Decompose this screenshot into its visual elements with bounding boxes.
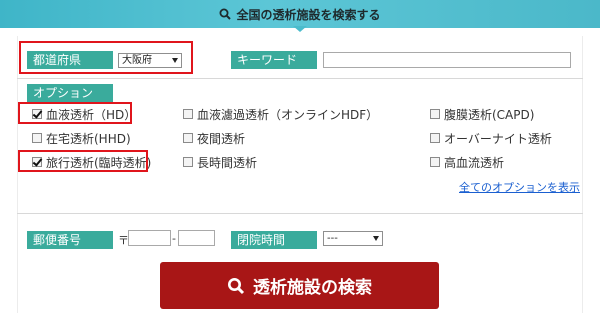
closing-time-label: 閉院時間	[231, 231, 317, 249]
divider-1	[17, 78, 583, 79]
postal-label: 郵便番号	[27, 231, 113, 249]
checkbox[interactable]	[183, 133, 193, 143]
option-label: 血液濾過透析（オンラインHDF）	[197, 107, 379, 122]
option-overnight[interactable]: オーバーナイト透析	[430, 130, 552, 146]
option-label: 在宅透析(HHD)	[46, 131, 131, 146]
header-title: 全国の透析施設を検索する	[236, 7, 381, 22]
checkbox[interactable]	[430, 109, 440, 119]
option-label: オーバーナイト透析	[444, 131, 552, 146]
checkbox[interactable]	[32, 133, 42, 143]
search-button-label: 透析施設の検索	[253, 278, 372, 298]
show-all-options-link[interactable]: 全てのオプションを表示	[459, 179, 580, 195]
closing-time-selected: ---	[327, 233, 338, 244]
option-label: 腹膜透析(CAPD)	[444, 107, 535, 122]
search-icon	[228, 277, 245, 294]
option-label: 高血流透析	[444, 155, 505, 170]
search-button[interactable]: 透析施設の検索	[160, 262, 439, 309]
closing-time-select[interactable]: ---	[323, 231, 383, 246]
option-long-hours[interactable]: 長時間透析	[183, 154, 257, 170]
postal-separator: -	[172, 232, 176, 245]
option-hhd[interactable]: 在宅透析(HHD)	[32, 130, 131, 146]
option-label: 夜間透析	[197, 131, 246, 146]
option-night[interactable]: 夜間透析	[183, 130, 245, 146]
header-title-row: 全国の透析施設を検索する	[0, 0, 600, 28]
prefecture-highlight	[19, 41, 193, 74]
options-label: オプション	[27, 84, 113, 102]
option-high-flow[interactable]: 高血流透析	[430, 154, 504, 170]
chevron-down-icon	[373, 236, 379, 241]
checkbox[interactable]	[183, 157, 193, 167]
keyword-label: キーワード	[231, 51, 317, 69]
option-label: 長時間透析	[197, 155, 258, 170]
postal-code-part1[interactable]	[128, 230, 171, 246]
divider-2	[17, 213, 583, 214]
header-notch	[293, 26, 307, 32]
checkbox[interactable]	[430, 133, 440, 143]
option-online-hdf[interactable]: 血液濾過透析（オンラインHDF）	[183, 106, 378, 122]
checkbox[interactable]	[183, 109, 193, 119]
option-hd-highlight	[18, 102, 132, 124]
option-travel-highlight	[18, 150, 148, 172]
keyword-input[interactable]	[323, 52, 571, 68]
postal-code-part2[interactable]	[178, 230, 215, 246]
option-capd[interactable]: 腹膜透析(CAPD)	[430, 106, 534, 122]
checkbox[interactable]	[430, 157, 440, 167]
search-icon	[219, 8, 232, 20]
